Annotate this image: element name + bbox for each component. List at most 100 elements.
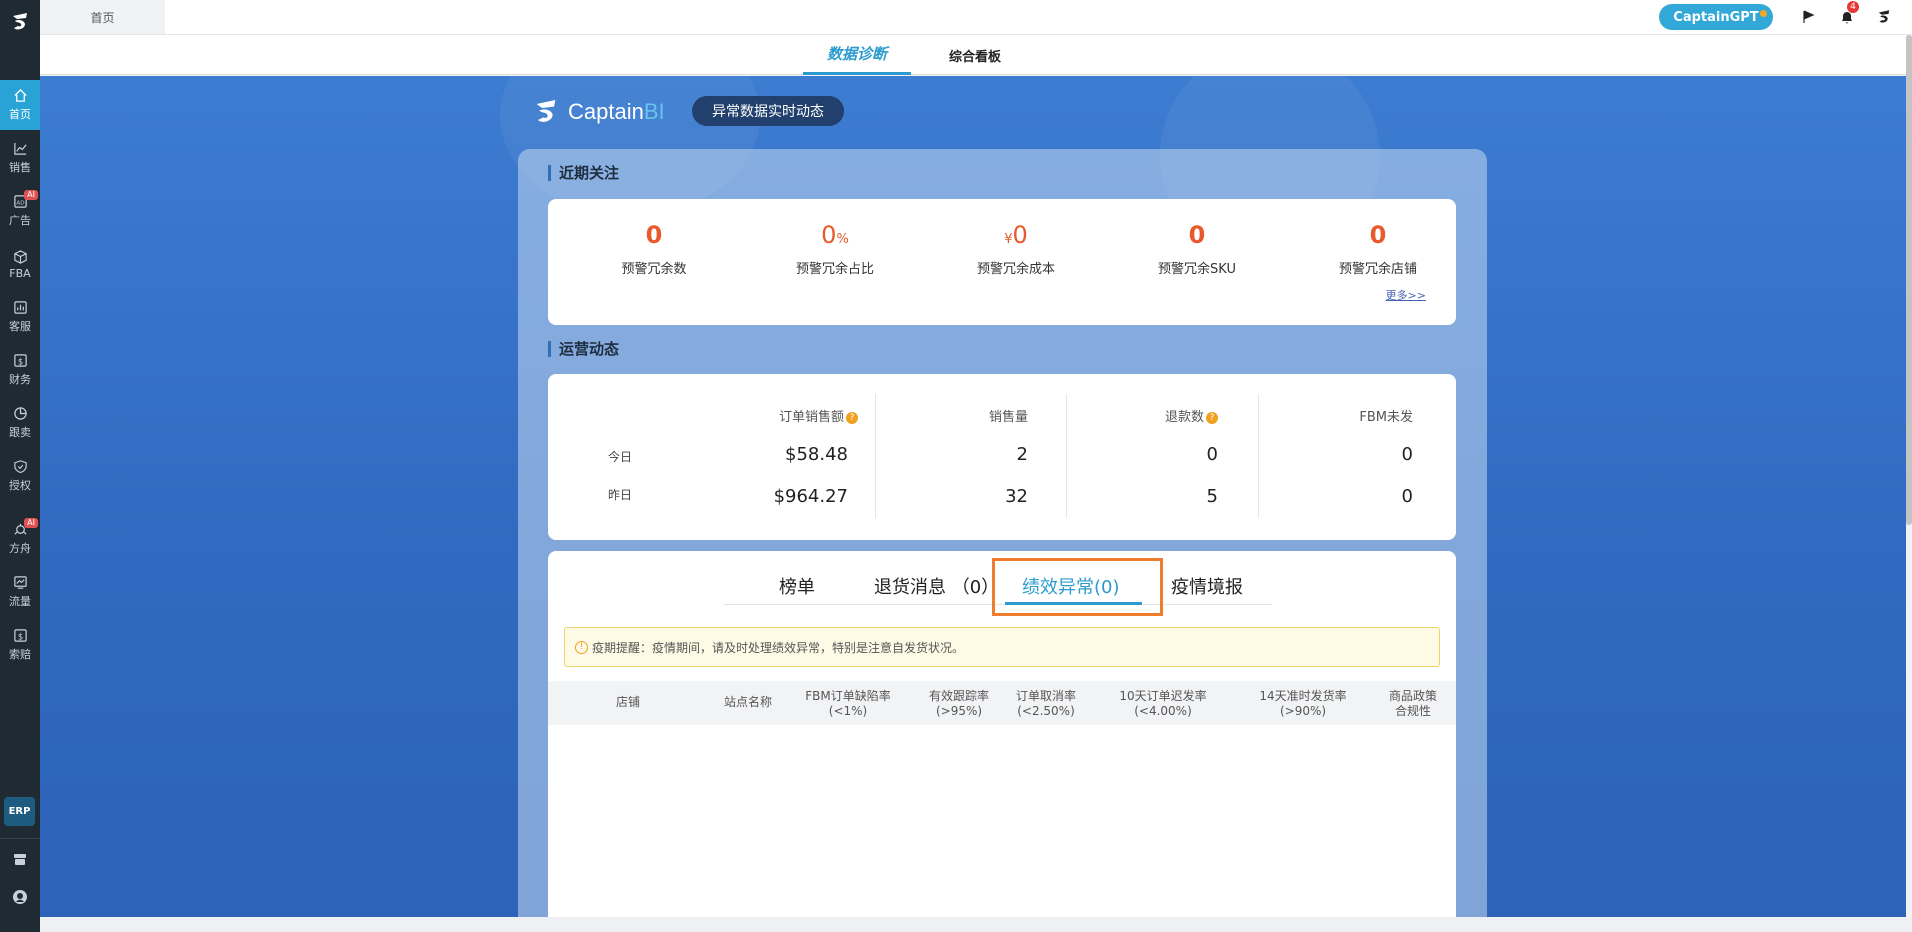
kpi-value: 0 bbox=[1369, 221, 1387, 249]
sidebar-item-sales[interactable]: 销售 bbox=[0, 133, 40, 183]
sidebar-item-label: 财务 bbox=[9, 373, 31, 386]
left-sidebar: 首页 销售 AI AD 广告 FBA 客服 $ 财务 跟卖 授权 AI 方舟 流… bbox=[0, 0, 40, 932]
sidebar-item-traffic[interactable]: 流量 bbox=[0, 567, 40, 617]
kpi-redundant-sku[interactable]: 0 预警冗余SKU bbox=[1127, 221, 1267, 277]
sidebar-item-ads[interactable]: AI AD 广告 bbox=[0, 186, 40, 236]
erp-button[interactable]: ERP bbox=[4, 797, 35, 826]
th-valid-tracking-rate: 有效跟踪率 (>95%) bbox=[928, 689, 989, 718]
more-link[interactable]: 更多>> bbox=[1386, 287, 1426, 303]
today-fbm-unshipped: 0 bbox=[1401, 444, 1413, 465]
tab-ranking[interactable]: 榜单 bbox=[779, 573, 815, 599]
dashboard-panel: 近期关注 0 预警冗余数 0% 预警冗余占比 ¥0 预警冗余成本 0 预警冗余S… bbox=[518, 149, 1487, 917]
ai-badge: AI bbox=[24, 190, 38, 200]
sidebar-item-finance[interactable]: $ 财务 bbox=[0, 345, 40, 395]
help-icon[interactable]: ? bbox=[1206, 411, 1218, 424]
sub-navigation: 数据诊断 综合看板 bbox=[40, 35, 1906, 75]
dollar-icon: $ bbox=[13, 354, 27, 367]
tab-dashboard[interactable]: 综合看板 bbox=[935, 35, 1015, 75]
performance-card: 榜单 退货消息 （0） 绩效异常(0) 疫情境报 ! 疫期提醒：疫情期间，请及时… bbox=[548, 551, 1456, 917]
sidebar-item-home[interactable]: 首页 bbox=[0, 80, 40, 130]
th-cancellation-rate: 订单取消率 (<2.50%) bbox=[1015, 689, 1076, 718]
today-sales-amount: $58.48 bbox=[785, 444, 848, 465]
bottom-strip bbox=[40, 917, 1912, 932]
th-on-time-delivery-rate: 14天准时发货率 (>90%) bbox=[1259, 689, 1347, 718]
tab-return-messages[interactable]: 退货消息 （0） bbox=[874, 573, 999, 599]
kpi-redundant-ratio[interactable]: 0% 预警冗余占比 bbox=[765, 221, 905, 277]
captain-logo-icon[interactable] bbox=[0, 0, 40, 44]
sidebar-item-auth[interactable]: 授权 bbox=[0, 451, 40, 501]
recent-focus-card: 0 预警冗余数 0% 预警冗余占比 ¥0 预警冗余成本 0 预警冗余SKU 0 … bbox=[548, 199, 1456, 325]
yesterday-sales-amount: $964.27 bbox=[773, 486, 848, 507]
svg-text:$: $ bbox=[17, 356, 22, 366]
kpi-redundant-count[interactable]: 0 预警冗余数 bbox=[584, 221, 724, 277]
column-divider bbox=[1258, 394, 1259, 518]
kpi-label: 预警冗余SKU bbox=[1158, 262, 1236, 277]
sidebar-item-label: FBA bbox=[9, 266, 31, 280]
notification-count: 4 bbox=[1847, 1, 1859, 13]
claim-icon: $ bbox=[13, 629, 27, 642]
sidebar-item-label: 流量 bbox=[9, 595, 31, 608]
vertical-scrollbar[interactable] bbox=[1906, 35, 1912, 525]
realtime-anomaly-pill: 异常数据实时动态 bbox=[692, 96, 844, 126]
brand-name-part1: Captain bbox=[568, 99, 644, 124]
sidebar-item-claim[interactable]: $ 索赔 bbox=[0, 620, 40, 670]
tab-home[interactable]: 首页 bbox=[40, 0, 165, 34]
kpi-redundant-store[interactable]: 0 预警冗余店铺 bbox=[1308, 221, 1448, 277]
column-divider bbox=[875, 394, 876, 518]
store-icon[interactable] bbox=[0, 844, 40, 874]
captain-gpt-button[interactable]: CaptainGPT bbox=[1659, 4, 1773, 30]
tab-data-diagnosis[interactable]: 数据诊断 bbox=[803, 35, 911, 75]
sidebar-item-fba[interactable]: FBA bbox=[0, 239, 40, 289]
traffic-icon bbox=[13, 576, 27, 589]
captainbi-brand: CaptainBI bbox=[530, 96, 665, 128]
column-header-sales-volume: 销售量 bbox=[988, 410, 1028, 425]
chart-line-icon bbox=[13, 142, 27, 155]
svg-text:AD: AD bbox=[16, 200, 24, 206]
th-late-shipment-rate: 10天订单迟发率 (<4.00%) bbox=[1119, 689, 1207, 718]
sidebar-item-label: 客服 bbox=[9, 320, 31, 333]
sidebar-item-label: 首页 bbox=[9, 108, 31, 121]
section-title-operations: 运营动态 bbox=[548, 341, 619, 357]
kpi-value: 0 bbox=[645, 221, 663, 249]
new-dot-icon bbox=[1760, 10, 1767, 17]
sidebar-divider bbox=[0, 838, 40, 839]
column-header-fbm-unshipped: FBM未发 bbox=[1359, 410, 1413, 425]
yesterday-refunds: 5 bbox=[1206, 486, 1218, 507]
play-icon[interactable] bbox=[1796, 5, 1820, 29]
sidebar-item-label: 方舟 bbox=[9, 542, 31, 555]
tab-epidemic-report[interactable]: 疫情境报 bbox=[1171, 573, 1243, 599]
th-store: 店铺 bbox=[615, 695, 640, 709]
sidebar-item-label: 跟卖 bbox=[9, 426, 31, 439]
captain-gpt-label: CaptainGPT bbox=[1673, 9, 1759, 25]
column-divider bbox=[1066, 394, 1067, 518]
brand-name-part2: BI bbox=[643, 99, 665, 124]
kpi-label: 预警冗余成本 bbox=[976, 262, 1055, 277]
today-sales-volume: 2 bbox=[1016, 444, 1028, 465]
captainbi-logo-icon bbox=[536, 100, 556, 122]
column-header-refunds: 退款数? bbox=[1118, 406, 1218, 425]
user-avatar-icon[interactable] bbox=[1872, 5, 1896, 29]
kpi-redundant-cost[interactable]: ¥0 预警冗余成本 bbox=[946, 221, 1086, 277]
svg-text:$: $ bbox=[17, 631, 22, 641]
home-icon bbox=[13, 88, 27, 102]
th-site-name: 站点名称 bbox=[723, 695, 772, 709]
sidebar-item-service[interactable]: 客服 bbox=[0, 292, 40, 342]
kpi-value: 0 bbox=[1188, 221, 1206, 249]
column-header-sales-amount: 订单销售额? bbox=[758, 406, 858, 425]
sidebar-item-ark[interactable]: AI 方舟 bbox=[0, 514, 40, 564]
warning-icon: ! bbox=[575, 640, 588, 654]
ai-badge: AI bbox=[24, 518, 38, 528]
sidebar-item-follow-sell[interactable]: 跟卖 bbox=[0, 398, 40, 448]
bell-icon[interactable]: 4 bbox=[1835, 1, 1859, 29]
pie-chart-icon bbox=[13, 407, 27, 420]
help-icon[interactable]: ? bbox=[846, 411, 858, 424]
row-label-today: 今日 bbox=[608, 450, 633, 464]
th-fbm-defect-rate: FBM订单缺陷率 (<1%) bbox=[805, 689, 891, 718]
report-icon bbox=[13, 301, 27, 314]
main-content: CaptainBI 异常数据实时动态 近期关注 0 预警冗余数 0% 预警冗余占… bbox=[40, 76, 1906, 917]
operations-card: 订单销售额? 销售量 退款数? FBM未发 今日 $58.48 2 0 0 昨日… bbox=[548, 374, 1456, 540]
kpi-value: ¥0 bbox=[1004, 221, 1028, 249]
th-policy-compliance: 商品政策 合规性 bbox=[1388, 689, 1437, 718]
support-icon[interactable] bbox=[0, 882, 40, 912]
row-label-yesterday: 昨日 bbox=[608, 488, 633, 502]
